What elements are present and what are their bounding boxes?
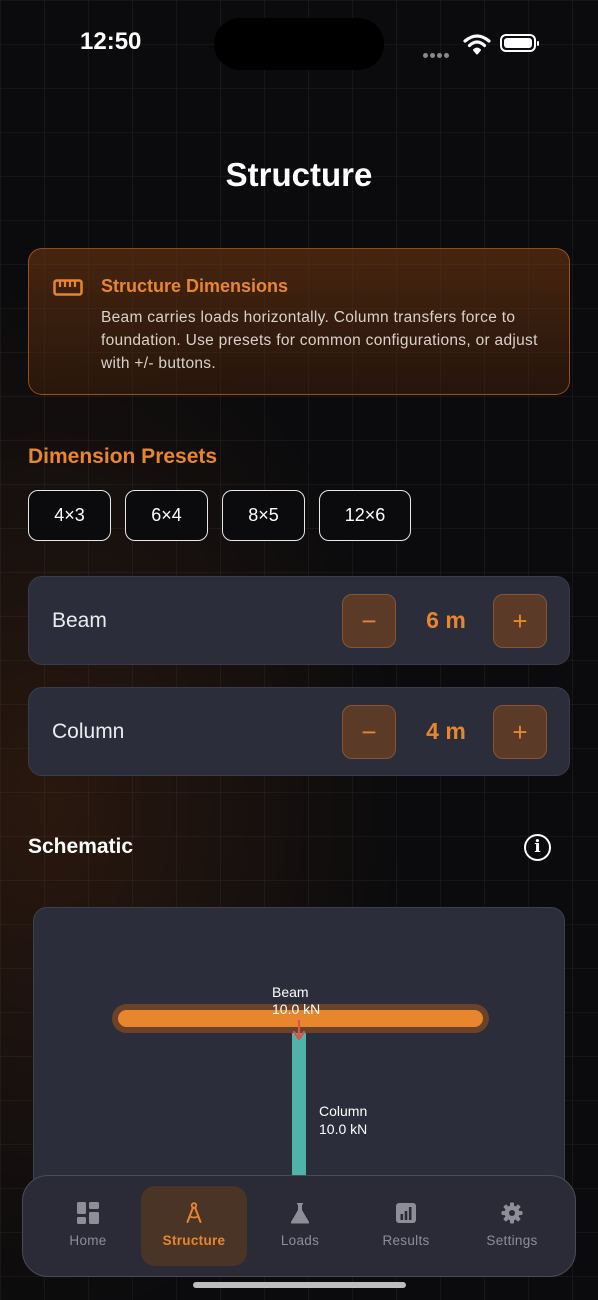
tab-loads-label: Loads [280,1233,320,1248]
column-row: Column − 4 m + [28,687,570,776]
info-card-title: Structure Dimensions [101,276,289,296]
beam-increase-button[interactable]: + [493,594,547,648]
preset-12x6-button[interactable]: 12×6 [319,490,411,541]
tab-structure-label: Structure [162,1233,226,1248]
preset-8x5-button[interactable]: 8×5 [222,490,305,541]
column-name: Column [319,1103,368,1119]
beam-value: 6 m [426,607,466,633]
info-icon[interactable]: i [524,834,551,861]
battery-icon [500,34,539,52]
tab-results[interactable]: Results [353,1186,459,1266]
chart-icon [396,1203,416,1223]
beam-name: Beam [272,984,309,1000]
tab-settings-label: Settings [486,1233,538,1248]
tab-home[interactable]: Home [35,1186,141,1266]
signal-icon [423,45,451,63]
beam-row: Beam − 6 m + [28,576,570,665]
compass-icon [186,1202,202,1223]
tab-loads[interactable]: Loads [247,1186,353,1266]
page-title: Structure [225,156,373,193]
tab-structure[interactable]: Structure [141,1186,247,1266]
tab-settings[interactable]: Settings [459,1186,565,1266]
tab-home-label: Home [69,1233,107,1248]
tab-bar: Home Structure Loads Results Settings [22,1175,576,1277]
preset-4x3-button[interactable]: 4×3 [28,490,111,541]
tab-results-label: Results [382,1233,430,1248]
beam-load: 10.0 kN [272,1001,321,1017]
gear-icon [501,1202,523,1224]
wifi-icon [463,34,491,55]
info-card-body: Beam carries loads horizontally. Column … [101,309,538,372]
column-decrease-button[interactable]: − [342,705,396,759]
column-value: 4 m [426,718,466,744]
column-increase-button[interactable]: + [493,705,547,759]
beam-label: Beam [52,609,107,632]
schematic-title: Schematic [28,835,134,858]
column-label: Column [52,720,125,743]
load-arrow-icon [292,1020,306,1041]
status-time: 12:50 [80,28,142,55]
presets-title: Dimension Presets [28,445,218,468]
info-card: Structure Dimensions Beam carries loads … [28,248,570,395]
beam-load-label: Beam 10.0 kN [272,984,320,1018]
column-load-label: Column 10.0 kN [319,1102,367,1138]
grid-icon [77,1202,99,1224]
home-indicator [193,1282,406,1288]
flask-icon [290,1203,310,1224]
column-load: 10.0 kN [319,1121,368,1137]
dynamic-island [214,18,384,70]
ruler-icon [53,279,83,296]
beam-decrease-button[interactable]: − [342,594,396,648]
preset-6x4-button[interactable]: 6×4 [125,490,208,541]
